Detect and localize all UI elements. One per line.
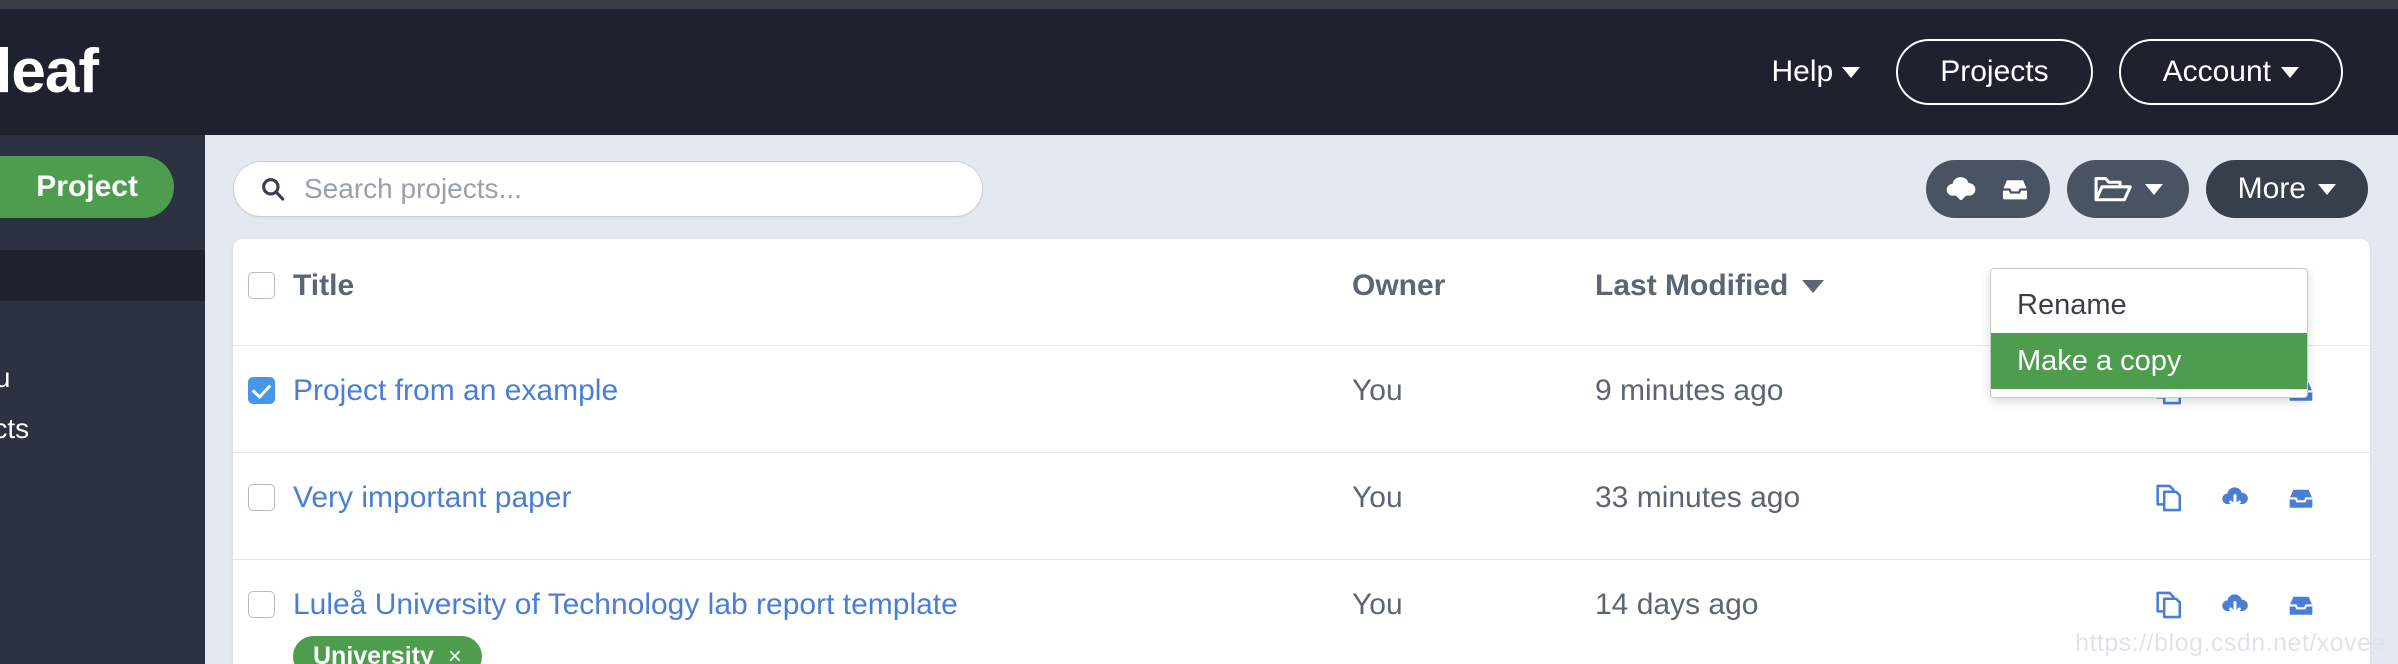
- column-header-last-modified-label: Last Modified: [1595, 269, 1789, 302]
- toolbar-row: More: [205, 135, 2398, 239]
- row-select-cell: [233, 374, 289, 404]
- project-owner: You: [1352, 481, 1403, 514]
- tag-label: University: [313, 642, 434, 664]
- download-cloud-icon[interactable]: [2218, 481, 2252, 515]
- help-label: Help: [1771, 55, 1834, 88]
- more-button[interactable]: More: [2205, 160, 2368, 218]
- sidebar-item-your-projects[interactable]: ects: [0, 301, 205, 352]
- chevron-down-icon: [2281, 66, 2299, 78]
- folder-open-icon: [2094, 176, 2132, 202]
- tag-university[interactable]: University ×: [293, 636, 482, 664]
- select-all-checkbox[interactable]: [247, 272, 275, 299]
- download-cloud-icon: [1946, 177, 1975, 201]
- main-content: More Rename Make a copy Title: [205, 135, 2398, 664]
- table-row[interactable]: Very important paper You 33 minutes ago: [233, 453, 2370, 560]
- menu-item-rename[interactable]: Rename: [1991, 277, 2307, 333]
- row-actions-cell: [1995, 588, 2370, 622]
- project-title-link[interactable]: Very important paper: [293, 481, 571, 515]
- account-label: Account: [2162, 55, 2271, 88]
- project-last-modified: 9 minutes ago: [1595, 374, 1784, 407]
- row-checkbox[interactable]: [247, 591, 275, 618]
- chevron-down-icon: [2144, 183, 2163, 195]
- row-checkbox[interactable]: [247, 484, 275, 511]
- row-actions-cell: [1995, 481, 2370, 515]
- more-label: More: [2237, 172, 2306, 205]
- project-owner: You: [1352, 374, 1403, 407]
- sidebar-item-shared-with-you[interactable]: ith you: [0, 352, 205, 403]
- column-header-title[interactable]: Title: [293, 269, 354, 302]
- projects-label: Projects: [1940, 55, 2049, 88]
- account-menu[interactable]: Account: [2118, 39, 2343, 105]
- sidebar-item-archived-projects[interactable]: Projects: [0, 403, 205, 454]
- project-last-modified: 14 days ago: [1595, 588, 1759, 621]
- chevron-down-icon: [1842, 66, 1861, 78]
- navbar-right-group: Help Projects Account: [1762, 39, 2343, 105]
- header-title-cell: Title: [289, 269, 1352, 303]
- archive-inbox-icon: [2002, 180, 2027, 200]
- project-tags: University ×: [293, 622, 1352, 664]
- search-input[interactable]: [304, 173, 944, 205]
- row-last-modified-cell: 33 minutes ago: [1595, 481, 1995, 515]
- toolbar-actions: More: [1925, 160, 2368, 218]
- row-select-cell: [233, 588, 289, 618]
- menu-item-make-a-copy[interactable]: Make a copy: [1991, 333, 2307, 389]
- search-box[interactable]: [233, 161, 983, 217]
- project-owner: You: [1352, 588, 1403, 621]
- watermark: https://blog.csdn.net/xovee: [2075, 629, 2386, 657]
- row-last-modified-cell: 14 days ago: [1595, 588, 1995, 622]
- row-checkbox[interactable]: [247, 377, 275, 404]
- left-sidebar: Project cts ects ith you Projects ts: [0, 135, 205, 664]
- sidebar-item-all-projects[interactable]: cts: [0, 250, 205, 301]
- archive-inbox-icon[interactable]: [2284, 481, 2318, 515]
- sidebar-item-trashed-projects[interactable]: ts: [0, 454, 205, 505]
- search-icon: [262, 178, 285, 201]
- row-title-cell: Very important paper: [289, 481, 1352, 515]
- window-top-strip: [0, 0, 2398, 9]
- projects-button[interactable]: Projects: [1896, 39, 2093, 105]
- row-owner-cell: You: [1352, 481, 1595, 515]
- sidebar-item-label: ith you: [0, 361, 11, 393]
- row-title-cell: Project from an example: [289, 374, 1352, 408]
- menu-item-label: Make a copy: [2017, 344, 2182, 377]
- project-title-link[interactable]: Luleå University of Technology lab repor…: [293, 588, 958, 622]
- download-button[interactable]: [1926, 160, 1988, 218]
- download-cloud-icon[interactable]: [2218, 588, 2252, 622]
- top-navbar: rleaf Help Projects Account: [0, 9, 2398, 135]
- close-icon[interactable]: ×: [448, 643, 462, 664]
- projects-page: rleaf Help Projects Account Project cts: [0, 0, 2398, 664]
- chevron-down-icon: [2318, 183, 2336, 195]
- sort-descending-icon: [1802, 279, 1825, 293]
- copy-icon[interactable]: [2152, 588, 2186, 622]
- row-last-modified-cell: 9 minutes ago: [1595, 374, 1995, 408]
- row-title-cell: Luleå University of Technology lab repor…: [289, 588, 1352, 664]
- row-owner-cell: You: [1352, 374, 1595, 408]
- archive-button[interactable]: [1988, 160, 2050, 218]
- sidebar-item-label: Projects: [0, 412, 30, 444]
- download-archive-group: [1925, 160, 2050, 218]
- more-dropdown-menu: Rename Make a copy: [1990, 268, 2308, 398]
- menu-item-label: Rename: [2017, 288, 2127, 321]
- new-project-button[interactable]: Project: [0, 156, 174, 218]
- table-row[interactable]: Luleå University of Technology lab repor…: [233, 560, 2370, 664]
- new-project-label: Project: [36, 170, 138, 203]
- copy-icon[interactable]: [2152, 481, 2186, 515]
- overleaf-logo[interactable]: rleaf: [0, 41, 99, 103]
- header-owner-cell: Owner: [1352, 269, 1595, 303]
- help-menu[interactable]: Help: [1762, 49, 1871, 95]
- project-last-modified: 33 minutes ago: [1595, 481, 1801, 514]
- project-title-link[interactable]: Project from an example: [293, 374, 618, 408]
- row-select-cell: [233, 481, 289, 511]
- archive-inbox-icon[interactable]: [2284, 588, 2318, 622]
- sidebar-nav-list: cts ects ith you Projects ts: [0, 250, 205, 505]
- move-to-folder-button[interactable]: [2066, 160, 2189, 218]
- select-all-cell: [233, 269, 289, 299]
- column-header-last-modified[interactable]: Last Modified: [1595, 269, 1995, 303]
- row-owner-cell: You: [1352, 588, 1595, 622]
- column-header-owner[interactable]: Owner: [1352, 269, 1445, 302]
- header-last-modified-cell: Last Modified: [1595, 269, 1995, 303]
